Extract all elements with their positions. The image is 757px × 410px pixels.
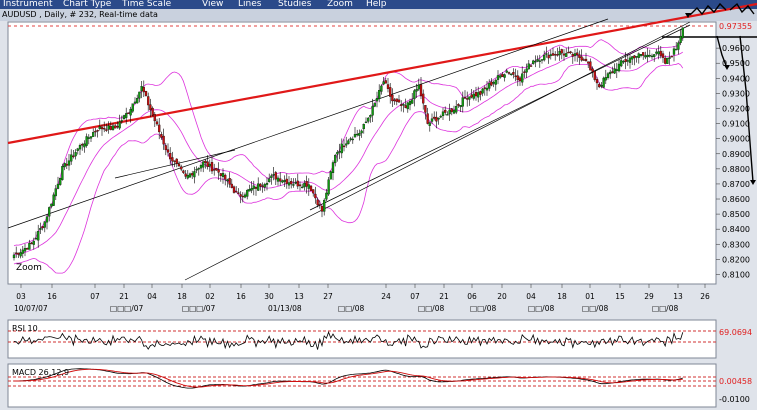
month-label: □□/08 xyxy=(528,304,554,313)
price-tick-label: 0.9600 xyxy=(722,44,750,53)
date-tick-label: 30 xyxy=(264,292,274,301)
price-tick-label: 0.8500 xyxy=(722,210,750,219)
candle xyxy=(309,185,313,191)
date-tick-label: 27 xyxy=(323,292,333,301)
price-tick-label: 0.9200 xyxy=(722,104,750,113)
candle xyxy=(666,57,669,65)
month-label: 01/13/08 xyxy=(268,304,302,313)
date-tick-label: 04 xyxy=(526,292,536,301)
date-tick-label: 01 xyxy=(585,292,595,301)
date-tick-label: 02 xyxy=(205,292,215,301)
month-label: □□□/07 xyxy=(110,304,144,313)
date-tick-label: 18 xyxy=(177,292,187,301)
date-tick-label: 06 xyxy=(467,292,477,301)
candle xyxy=(232,185,236,194)
date-tick-label: 21 xyxy=(439,292,449,301)
date-tick-label: 13 xyxy=(294,292,304,301)
candle xyxy=(127,112,130,114)
date-tick-label: 26 xyxy=(700,292,710,301)
rsi-value-label: 69.0694 xyxy=(719,328,752,337)
price-tick-label: 0.8100 xyxy=(722,270,750,279)
price-tick-label: 0.8200 xyxy=(722,255,750,264)
macd-label: MACD 26,12,9 xyxy=(12,368,69,377)
last-price-label: 0.97355 xyxy=(719,22,752,31)
price-tick-label: 0.8400 xyxy=(722,225,750,234)
candle xyxy=(602,76,605,88)
candle xyxy=(61,163,64,181)
date-tick-label: 16 xyxy=(47,292,57,301)
month-label: □□/08 xyxy=(418,304,444,313)
date-axis: 03 16 07 21 04 18 02 16 30 13 27 24 07 21 06 20 04 18 01 15… xyxy=(14,284,710,313)
macd-value-label: 0.00458 xyxy=(719,377,752,386)
date-tick-label: 03 xyxy=(16,292,26,301)
month-label: 10/07/07 xyxy=(14,304,48,313)
zoom-label[interactable]: Zoom xyxy=(16,263,42,273)
price-tick-label: 0.8900 xyxy=(722,150,750,159)
month-label: □□/08 xyxy=(582,304,608,313)
candle xyxy=(59,177,62,186)
date-tick-label: 20 xyxy=(497,292,507,301)
date-tick-label: 07 xyxy=(410,292,420,301)
date-tick-label: 07 xyxy=(90,292,100,301)
date-tick-label: 13 xyxy=(673,292,683,301)
price-tick-label: 0.8800 xyxy=(722,165,750,174)
price-tick-label: 0.8600 xyxy=(722,195,750,204)
candle xyxy=(327,177,330,197)
candle xyxy=(144,90,148,97)
date-tick-label: 29 xyxy=(644,292,654,301)
date-tick-label: 15 xyxy=(615,292,625,301)
date-tick-label: 04 xyxy=(147,292,157,301)
price-tick-label: 0.8700 xyxy=(722,180,750,189)
date-tick-label: 16 xyxy=(236,292,246,301)
date-tick-label: 21 xyxy=(119,292,129,301)
month-label: □□□/07 xyxy=(182,304,216,313)
date-tick-label: 24 xyxy=(381,292,391,301)
candle xyxy=(329,170,332,180)
price-panel xyxy=(7,21,717,285)
month-label: □□/08 xyxy=(652,304,678,313)
rsi-label: RSI 10 xyxy=(12,324,38,333)
chart-area[interactable]: 0.96000.95000.94000.93000.92000.91000.90… xyxy=(0,0,757,410)
month-label: □□/08 xyxy=(338,304,364,313)
month-label: □□/08 xyxy=(470,304,496,313)
price-tick-label: 0.9000 xyxy=(722,135,750,144)
price-tick-label: 0.8300 xyxy=(722,240,750,249)
macd-lower-label: -0.0100 xyxy=(719,395,750,404)
arrow-head xyxy=(750,180,756,185)
date-tick-label: 18 xyxy=(557,292,567,301)
candle xyxy=(373,102,376,108)
price-tick-label: 0.9100 xyxy=(722,120,750,129)
